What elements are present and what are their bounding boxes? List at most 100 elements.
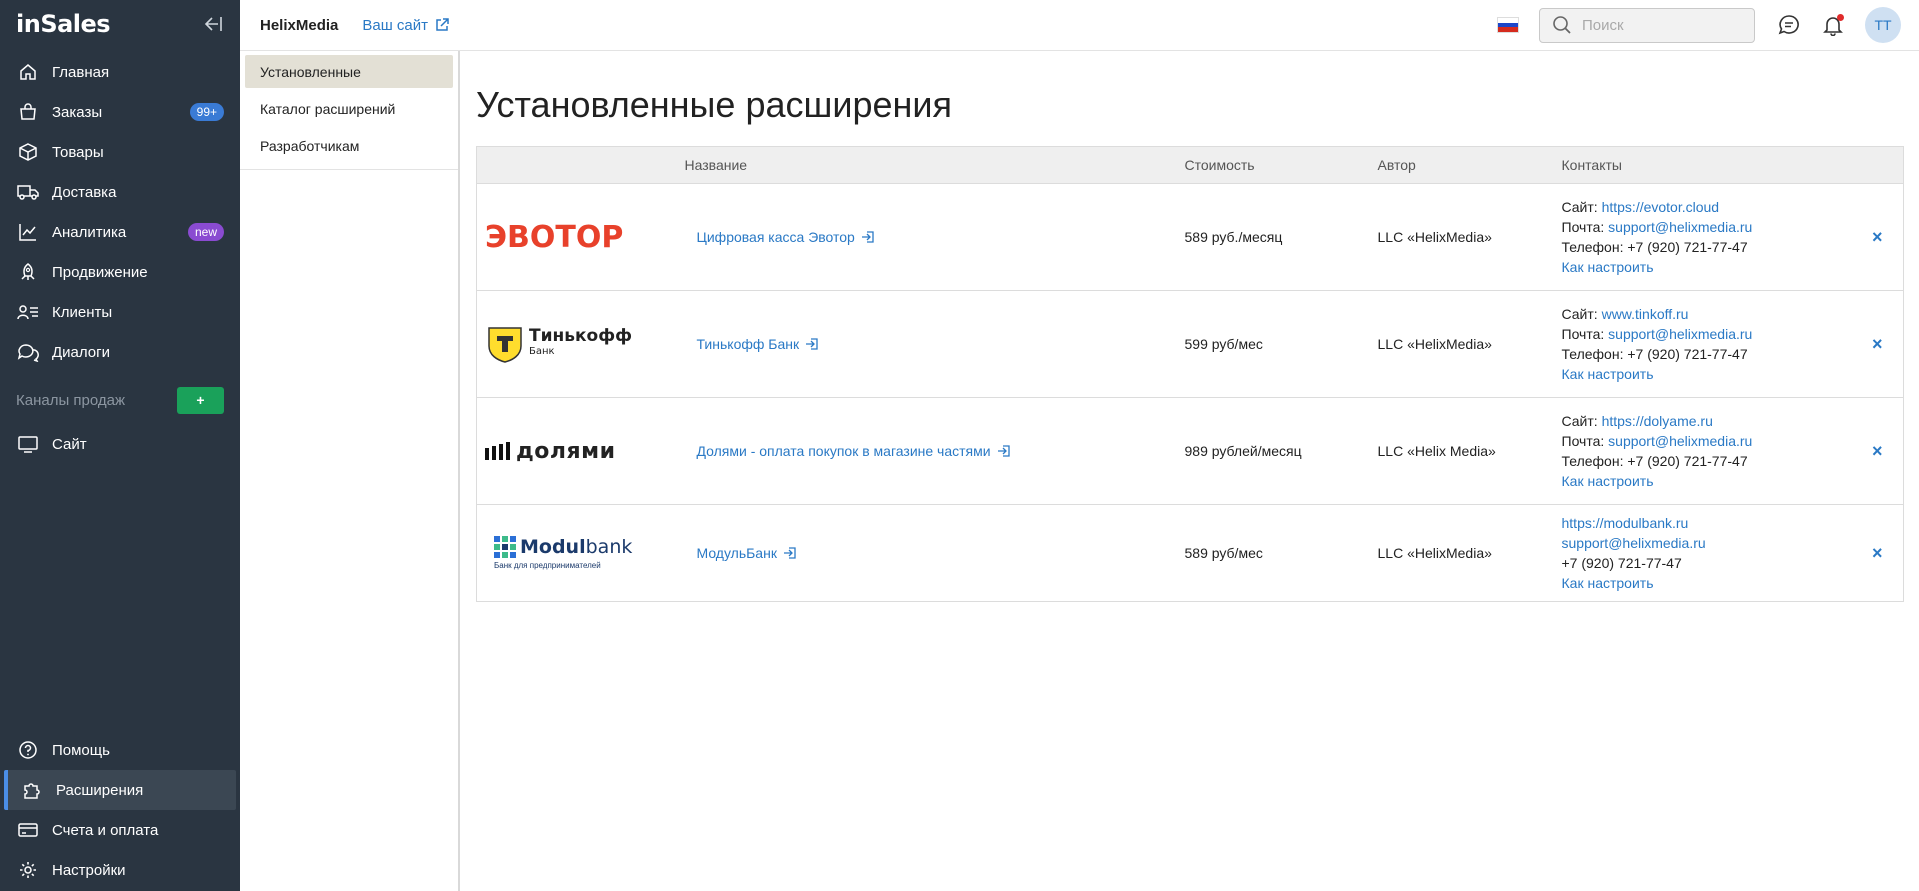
notifications-button[interactable] [1821,13,1845,37]
insales-logo[interactable]: inSales [16,10,111,38]
nav-item-settings[interactable]: Настройки [0,850,240,890]
tinkoff-sub: Банк [529,346,555,357]
column-name: Название [684,157,748,173]
main-content: Установленные расширения Название Стоимо… [476,51,1904,602]
search-input[interactable] [1582,16,1732,34]
subnav-item-installed[interactable]: Установленные [245,55,453,88]
nav-item-extensions[interactable]: Расширения [4,770,236,810]
channels-nav: Сайт [0,424,240,464]
nav-item-delivery[interactable]: Доставка [0,172,240,212]
nav-label: Главная [52,63,110,81]
nav-label: Счета и оплата [52,821,159,839]
your-site-link[interactable]: Ваш сайт [362,17,450,34]
sales-channels-label: Каналы продаж [16,391,126,409]
nav-label: Расширения [56,781,144,799]
login-icon [806,338,818,350]
table-row: ЭВОТОР Цифровая касса Эвотор 589 руб./ме… [476,183,1904,291]
nav-item-clients[interactable]: Клиенты [0,292,240,332]
remove-extension-button[interactable]: × [1872,441,1883,461]
extension-name-link[interactable]: Долями - оплата покупок в магазине частя… [697,443,1011,459]
table-row: долями Долями - оплата покупок в магазин… [476,397,1904,505]
mail-link[interactable]: support@helixmedia.ru [1562,535,1706,551]
nav-item-orders[interactable]: Заказы 99+ [0,92,240,132]
nav-item-dialogs[interactable]: Диалоги [0,332,240,372]
nav-label: Продвижение [52,263,148,281]
setup-link[interactable]: Как настроить [1562,259,1654,275]
site-link[interactable]: https://evotor.cloud [1602,199,1720,215]
shop-name: HelixMedia [260,16,339,34]
topbar-right: TT [1497,0,1901,50]
extension-name-link[interactable]: Цифровая касса Эвотор [697,229,875,245]
remove-cell: × [1851,397,1904,505]
tinkoff-name: Тинькофф [529,326,632,346]
setup-link[interactable]: Как настроить [1562,575,1654,591]
logo-cell: Тинькофф Банк [476,290,685,398]
nav-label: Клиенты [52,303,113,321]
mail-link[interactable]: support@helixmedia.ru [1608,326,1752,342]
cost-cell: 599 руб/мес [1184,290,1378,398]
site-label: Сайт: [1561,413,1598,429]
extension-name-link[interactable]: МодульБанк [697,545,797,561]
collapse-sidebar-button[interactable] [200,12,224,36]
phone-label: Телефон: [1561,453,1624,469]
subnav-item-developers[interactable]: Разработчикам [245,129,453,162]
truck-icon [16,180,40,204]
nav-label: Аналитика [52,223,127,241]
gear-icon [16,858,40,882]
extensions-subnav: Установленные Каталог расширений Разрабо… [240,51,460,891]
nav-item-billing[interactable]: Счета и оплата [0,810,240,850]
cost-cell: 589 руб./месяц [1184,183,1378,291]
table-header-row: Название Стоимость Автор Контакты [476,146,1904,184]
table-row: Modulbank Банк для предпринимателей Моду… [476,504,1904,602]
site-link[interactable]: www.tinkoff.ru [1602,306,1689,322]
add-channel-button[interactable]: + [177,386,224,414]
search-icon [1553,16,1571,34]
site-label: Сайт: [1561,306,1598,322]
card-icon [16,818,40,842]
modulbank-bold: Modul [520,536,586,558]
extension-name-link[interactable]: Тинькофф Банк [697,336,820,352]
mail-link[interactable]: support@helixmedia.ru [1608,433,1752,449]
contacts-cell: Сайт: www.tinkoff.ru Почта: support@heli… [1561,290,1852,398]
remove-extension-button[interactable]: × [1872,227,1883,247]
phone-label: Телефон: [1561,346,1624,362]
messages-button[interactable] [1777,13,1801,37]
login-icon [861,231,874,243]
puzzle-icon [20,778,44,802]
site-link[interactable]: https://modulbank.ru [1562,515,1689,531]
subnav-item-catalog[interactable]: Каталог расширений [245,92,453,125]
user-avatar[interactable]: TT [1865,7,1901,43]
external-link-icon [436,18,449,31]
column-contacts: Контакты [1561,157,1622,173]
dolyame-bars-icon [485,442,510,460]
author-cell: LLC «HelixMedia» [1377,183,1562,291]
phone-label: Телефон: [1561,239,1624,255]
nav-item-home[interactable]: Главная [0,52,240,92]
remove-extension-button[interactable]: × [1872,543,1883,563]
site-link[interactable]: https://dolyame.ru [1602,413,1713,429]
box-icon [16,140,40,164]
table-row: Тинькофф Банк Тинькофф Банк 599 руб/мес L… [476,290,1904,398]
russian-flag-icon[interactable] [1497,17,1519,33]
setup-link[interactable]: Как настроить [1562,473,1654,489]
chat-icon [16,340,40,364]
mail-link[interactable]: support@helixmedia.ru [1608,219,1752,235]
modulbank-wordmark: Modulbank [520,536,632,558]
phone-value: +7 (920) 721-77-47 [1627,239,1748,255]
search-box[interactable] [1539,7,1755,43]
nav-item-analytics[interactable]: Аналитика new [0,212,240,252]
phone-value: +7 (920) 721-77-47 [1561,555,1682,571]
analytics-new-badge: new [187,223,224,241]
cost-cell: 589 руб/мес [1184,504,1378,602]
name-cell: МодульБанк [684,504,1185,602]
remove-extension-button[interactable]: × [1872,334,1883,354]
nav-item-promotion[interactable]: Продвижение [0,252,240,292]
nav-item-help[interactable]: Помощь [0,730,240,770]
orders-count-badge: 99+ [189,103,224,121]
setup-link[interactable]: Как настроить [1562,366,1654,382]
rocket-icon [16,260,40,284]
nav-label: Заказы [52,103,103,121]
nav-item-products[interactable]: Товары [0,132,240,172]
nav-label: Сайт [52,435,87,453]
nav-item-site[interactable]: Сайт [0,424,240,464]
